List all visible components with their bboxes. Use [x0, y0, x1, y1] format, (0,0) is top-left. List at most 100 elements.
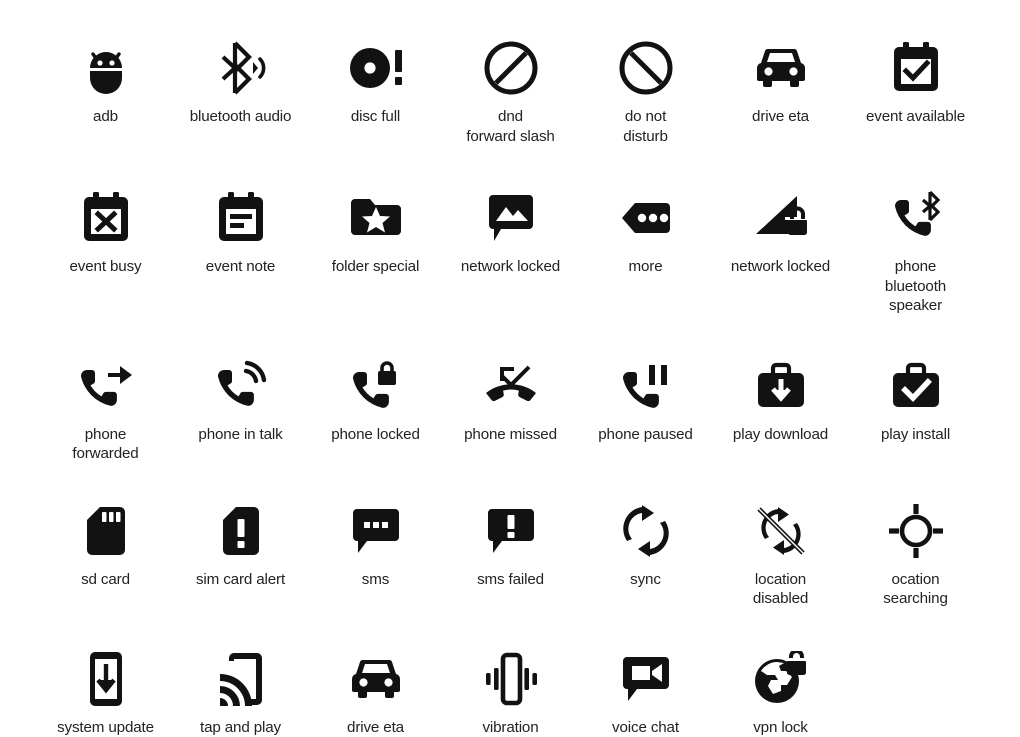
icon-label: tap and play: [200, 718, 281, 737]
phone-bluetooth-speaker-icon: [848, 186, 983, 250]
icon-cell-disc-full[interactable]: disc full: [308, 36, 443, 146]
icon-label: drive eta: [752, 107, 809, 127]
do-not-disturb-icon: [578, 36, 713, 100]
vibration-icon: [443, 647, 578, 711]
icon-row: sd card sim card alert sm: [0, 464, 1020, 609]
icon-cell-bluetooth-audio[interactable]: bluetooth audio: [173, 36, 308, 146]
icon-cell-sms-failed[interactable]: sms failed: [443, 499, 578, 609]
icon-cell-sync[interactable]: sync: [578, 499, 713, 609]
icon-cell-system-update[interactable]: system update: [38, 647, 173, 737]
icon-label: play install: [881, 425, 950, 445]
system-update-icon: [38, 647, 173, 711]
icon-label: phone missed: [464, 425, 557, 445]
sim-card-alert-icon: [173, 499, 308, 563]
icon-cell-do-not-disturb[interactable]: do not disturb: [578, 36, 713, 146]
more-icon: [578, 186, 713, 250]
location-disabled-icon: [713, 499, 848, 563]
icon-label: system update: [57, 718, 154, 737]
network-locked-image-icon: [443, 186, 578, 250]
icon-cell-voice-chat[interactable]: voice chat: [578, 647, 713, 737]
icon-cell-network-locked-signal[interactable]: network locked: [713, 186, 848, 316]
icon-label: event available: [866, 107, 965, 127]
icon-cell-phone-paused[interactable]: phone paused: [578, 354, 713, 464]
icon-row: event busy event note: [0, 146, 1020, 316]
icon-cell-location-disabled[interactable]: location disabled: [713, 499, 848, 609]
phone-forwarded-icon: [38, 354, 173, 418]
network-locked-signal-icon: [713, 186, 848, 250]
icon-label: phone paused: [598, 425, 692, 445]
sms-icon: [308, 499, 443, 563]
drive-eta-icon: [308, 647, 443, 711]
icon-label: sync: [630, 570, 661, 590]
icon-label: network locked: [461, 257, 560, 277]
icon-label: phone locked: [331, 425, 420, 445]
icon-label: ocation searching: [883, 570, 948, 609]
icon-cell-vpn-lock[interactable]: vpn lock: [713, 647, 848, 737]
icon-cell-phone-in-talk[interactable]: phone in talk: [173, 354, 308, 464]
icon-label: sms: [362, 570, 389, 590]
tap-and-play-icon: [173, 647, 308, 711]
icon-cell-sd-card[interactable]: sd card: [38, 499, 173, 609]
icon-cell-phone-missed[interactable]: phone missed: [443, 354, 578, 464]
icon-cell-vibration[interactable]: vibration: [443, 647, 578, 737]
icon-label: phone in talk: [198, 425, 282, 445]
sync-icon: [578, 499, 713, 563]
icon-cell-play-install[interactable]: play install: [848, 354, 983, 464]
icon-cell-dnd-forward-slash[interactable]: dnd forward slash: [443, 36, 578, 146]
icon-row: system update tap and play: [0, 609, 1020, 737]
icon-cell-network-locked-image[interactable]: network locked: [443, 186, 578, 316]
icon-label: drive eta: [347, 718, 404, 737]
icon-cell-phone-locked[interactable]: phone locked: [308, 354, 443, 464]
icon-cell-event-note[interactable]: event note: [173, 186, 308, 316]
icon-label: location disabled: [753, 570, 808, 609]
disc-full-icon: [308, 36, 443, 100]
folder-special-icon: [308, 186, 443, 250]
icon-cell-event-busy[interactable]: event busy: [38, 186, 173, 316]
icon-cell-sim-card-alert[interactable]: sim card alert: [173, 499, 308, 609]
phone-missed-icon: [443, 354, 578, 418]
play-download-icon: [713, 354, 848, 418]
voice-chat-icon: [578, 647, 713, 711]
icon-label: vibration: [482, 718, 538, 737]
location-searching-icon: [848, 499, 983, 563]
icon-cell-more[interactable]: more: [578, 186, 713, 316]
icon-label: dnd forward slash: [466, 107, 554, 146]
icon-cell-drive-eta[interactable]: drive eta: [713, 36, 848, 146]
event-note-icon: [173, 186, 308, 250]
vpn-lock-icon: [713, 647, 848, 711]
icon-label: bluetooth audio: [190, 107, 292, 127]
icon-label: vpn lock: [753, 718, 808, 737]
icon-label: sim card alert: [196, 570, 285, 590]
icon-cell-folder-special[interactable]: folder special: [308, 186, 443, 316]
icon-cell-event-available[interactable]: event available: [848, 36, 983, 146]
icon-label: more: [628, 257, 662, 277]
adb-icon: [38, 36, 173, 100]
icon-label: folder special: [332, 257, 419, 277]
icon-cell-tap-and-play[interactable]: tap and play: [173, 647, 308, 737]
icon-label: sd card: [81, 570, 130, 590]
icon-label: sms failed: [477, 570, 544, 590]
icon-label: voice chat: [612, 718, 679, 737]
icon-row: adb bluetooth audio disc: [0, 0, 1020, 146]
icon-row: phone forwarded phone in talk phone: [0, 316, 1020, 464]
icon-cell-play-download[interactable]: play download: [713, 354, 848, 464]
icon-cell-location-searching[interactable]: ocation searching: [848, 499, 983, 609]
icon-label: adb: [93, 107, 118, 127]
icon-label: network locked: [731, 257, 830, 277]
icon-label: play download: [733, 425, 828, 445]
sms-failed-icon: [443, 499, 578, 563]
icon-cell-adb[interactable]: adb: [38, 36, 173, 146]
icon-label: do not disturb: [623, 107, 668, 146]
icon-cell-phone-bluetooth-speaker[interactable]: phone bluetooth speaker: [848, 186, 983, 316]
drive-eta-icon: [713, 36, 848, 100]
icon-label: phone bluetooth speaker: [885, 257, 946, 316]
icon-cell-sms[interactable]: sms: [308, 499, 443, 609]
icon-cell-phone-forwarded[interactable]: phone forwarded: [38, 354, 173, 464]
event-available-icon: [848, 36, 983, 100]
bluetooth-audio-icon: [173, 36, 308, 100]
phone-paused-icon: [578, 354, 713, 418]
icon-label: disc full: [351, 107, 400, 127]
icon-sheet: adb bluetooth audio disc: [0, 0, 1020, 723]
icon-cell-drive-eta-2[interactable]: drive eta: [308, 647, 443, 737]
sd-card-icon: [38, 499, 173, 563]
